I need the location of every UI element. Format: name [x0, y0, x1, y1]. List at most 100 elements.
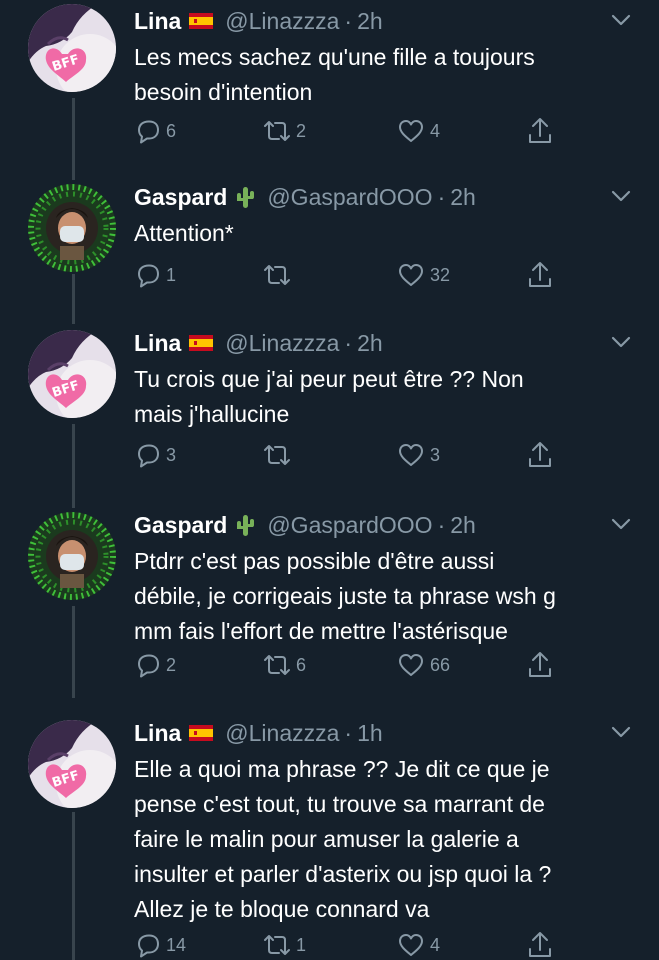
avatar-image: BFF [28, 330, 116, 418]
tweet-text: Attention* [134, 216, 639, 251]
reply-button[interactable]: 2 [134, 650, 176, 680]
reply-count: 3 [166, 445, 177, 465]
tweet[interactable]: Gaspard @GaspardOOO · 2h Attention* 1 32 [0, 180, 659, 310]
reply-button[interactable]: 14 [134, 930, 186, 960]
retweet-icon [264, 121, 290, 141]
retweet-button[interactable]: 6 [262, 650, 306, 680]
retweet-button[interactable] [262, 440, 296, 470]
tweet-actions: 6 2 4 [0, 116, 659, 146]
chevron-down-icon[interactable] [610, 516, 632, 532]
tweet-text-line: Tu crois que j'ai peur peut être ?? Non [134, 366, 524, 392]
reply-button[interactable]: 1 [134, 260, 176, 290]
like-button[interactable]: 4 [396, 930, 440, 960]
avatar[interactable] [28, 512, 116, 600]
separator-dot: · [344, 720, 353, 746]
tweet-text: Ptdrr c'est pas possible d'être aussi dé… [134, 544, 639, 649]
like-count: 3 [430, 445, 441, 465]
retweet-count: 6 [296, 655, 307, 675]
reply-icon [138, 120, 159, 144]
heart-icon [399, 120, 423, 142]
share-button[interactable] [526, 930, 554, 960]
tweet[interactable]: BFF Lina @Linazzza · 2h Les mecs sachez … [0, 4, 659, 154]
spain-flag-icon [189, 335, 214, 351]
heart-icon [399, 654, 423, 676]
reply-icon [138, 444, 159, 468]
avatar[interactable] [28, 184, 116, 272]
tweet-text-line: besoin d'intention [134, 79, 313, 105]
tweet-header: Gaspard @GaspardOOO · 2h [134, 508, 476, 542]
heart-icon [399, 264, 423, 286]
like-button[interactable]: 3 [396, 440, 440, 470]
share-button[interactable] [526, 260, 554, 290]
reply-button[interactable]: 3 [134, 440, 176, 470]
avatar[interactable]: BFF [28, 720, 116, 808]
chevron-down-icon[interactable] [610, 188, 632, 204]
tweet-text-line: pense c'est tout, tu trouve sa marrant d… [134, 791, 545, 817]
retweet-button[interactable]: 2 [262, 116, 306, 146]
timestamp[interactable]: 2h [450, 508, 476, 542]
avatar[interactable]: BFF [28, 330, 116, 418]
tweet-text-line: Elle a quoi ma phrase ?? Je dit ce que j… [134, 756, 550, 782]
like-button[interactable]: 32 [396, 260, 450, 290]
like-count: 66 [430, 655, 451, 675]
timestamp[interactable]: 2h [357, 326, 383, 360]
retweet-button[interactable]: 1 [262, 930, 306, 960]
user-handle[interactable]: @Linazzza [225, 716, 339, 750]
tweet[interactable]: BFF Lina @Linazzza · 2h Tu crois que j'a… [0, 326, 659, 486]
chevron-down-icon[interactable] [610, 724, 632, 740]
heart-icon [399, 444, 423, 466]
separator-dot: · [344, 8, 353, 34]
tweet-text-line: faire le malin pour amuser la galerie a [134, 826, 519, 852]
tweet-text: Tu crois que j'ai peur peut être ?? Non … [134, 362, 639, 432]
tweet-actions: 3 3 [0, 440, 659, 470]
timestamp[interactable]: 1h [357, 716, 383, 750]
avatar[interactable]: BFF [28, 4, 116, 92]
timestamp[interactable]: 2h [357, 4, 383, 38]
separator-dot: · [437, 512, 446, 538]
user-handle[interactable]: @Linazzza [225, 326, 339, 360]
tweet[interactable]: Gaspard @GaspardOOO · 2h Ptdrr c'est pas… [0, 508, 659, 698]
retweet-count: 1 [296, 935, 307, 955]
tweet-actions: 14 1 4 [0, 930, 659, 960]
user-handle[interactable]: @Linazzza [225, 4, 339, 38]
reply-count: 1 [166, 265, 177, 285]
user-handle[interactable]: @GaspardOOO [267, 180, 432, 214]
reply-button[interactable]: 6 [134, 116, 176, 146]
like-count: 4 [430, 121, 441, 141]
share-icon [529, 262, 551, 287]
tweet-text-line: Allez je te bloque connard va [134, 896, 430, 922]
reply-count: 6 [166, 121, 177, 141]
tweet-text-line: insulter et parler d'asterix ou jsp quoi… [134, 861, 552, 887]
display-name[interactable]: Gaspard [134, 180, 227, 214]
display-name[interactable]: Gaspard [134, 508, 227, 542]
avatar-image: BFF [28, 720, 116, 808]
retweet-icon [264, 445, 290, 465]
cactus-icon [235, 185, 255, 209]
share-button[interactable] [526, 650, 554, 680]
share-button[interactable] [526, 116, 554, 146]
share-icon [529, 442, 551, 467]
user-handle[interactable]: @GaspardOOO [267, 508, 432, 542]
tweet[interactable]: BFF Lina @Linazzza · 1h Elle a quoi ma p… [0, 716, 659, 960]
tweet-header: Lina @Linazzza · 1h [134, 716, 383, 750]
conversation-thread: BFF Lina @Linazzza · 2h Les mecs sachez … [0, 0, 659, 960]
display-name[interactable]: Lina [134, 4, 181, 38]
reply-icon [138, 654, 159, 678]
avatar-image: BFF [28, 4, 116, 92]
share-button[interactable] [526, 440, 554, 470]
chevron-down-icon[interactable] [610, 12, 632, 28]
like-button[interactable]: 66 [396, 650, 450, 680]
display-name[interactable]: Lina [134, 326, 181, 360]
timestamp[interactable]: 2h [450, 180, 476, 214]
retweet-count: 2 [296, 121, 307, 141]
tweet-text: Elle a quoi ma phrase ?? Je dit ce que j… [134, 752, 639, 927]
retweet-button[interactable] [262, 260, 296, 290]
display-name[interactable]: Lina [134, 716, 181, 750]
avatar-image [28, 512, 116, 600]
heart-icon [399, 934, 423, 956]
tweet-text-line: mais j'hallucine [134, 401, 290, 427]
spain-flag-icon [189, 13, 214, 29]
chevron-down-icon[interactable] [610, 334, 632, 350]
tweet-text-line: débile, je corrigeais juste ta phrase ws… [134, 583, 556, 609]
like-button[interactable]: 4 [396, 116, 440, 146]
